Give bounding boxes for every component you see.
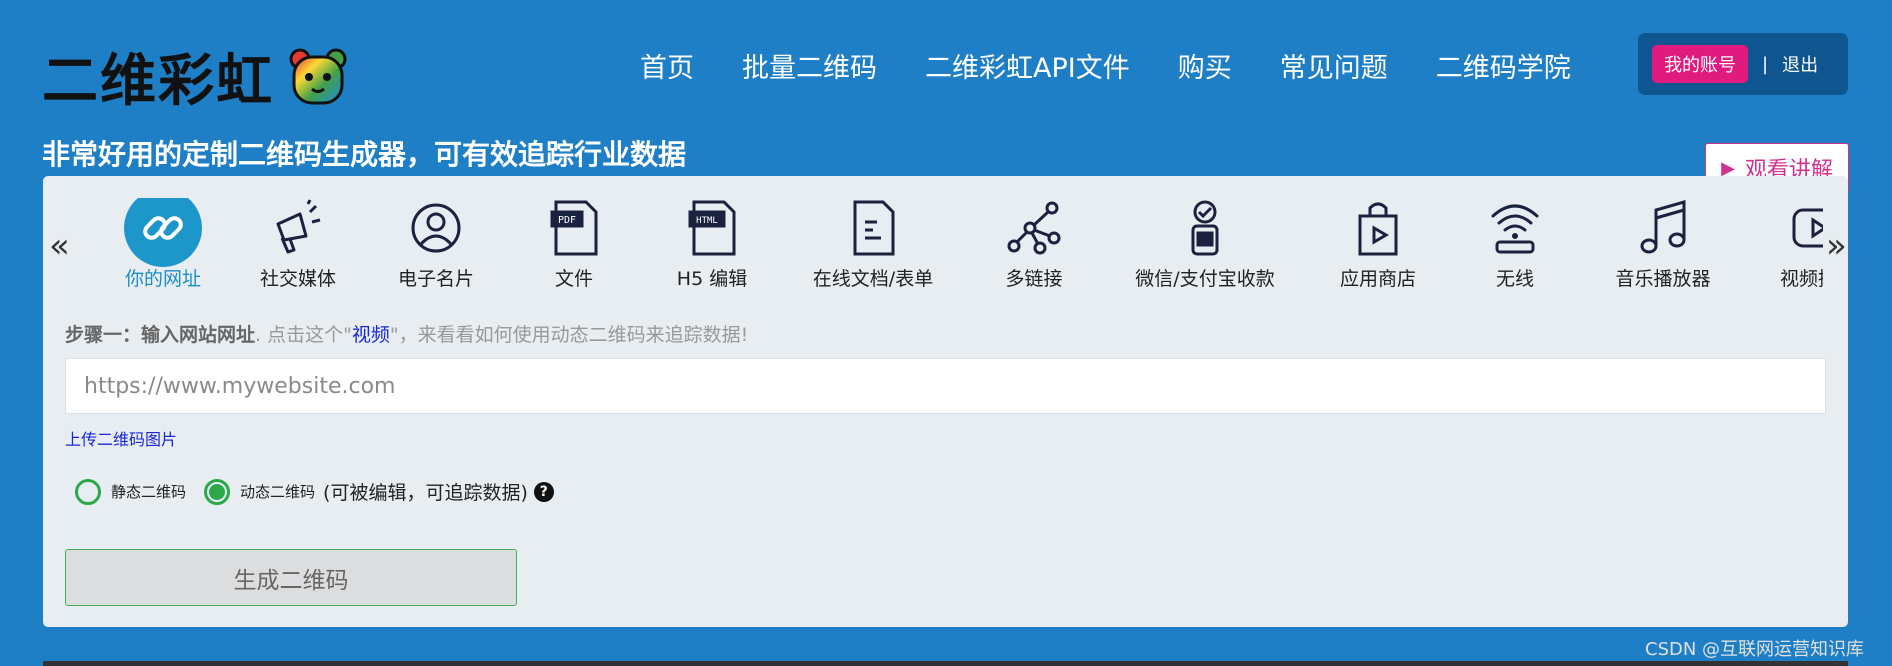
static-qr-label: 静态二维码 bbox=[111, 483, 187, 501]
divider bbox=[43, 661, 1848, 666]
html-icon: HTML bbox=[688, 200, 736, 256]
category-music[interactable]: 音乐播放器 bbox=[1588, 198, 1738, 288]
svg-text:HTML: HTML bbox=[696, 216, 718, 226]
nav-buy[interactable]: 购买 bbox=[1178, 46, 1232, 85]
static-qr-radio[interactable] bbox=[75, 478, 101, 505]
category-label: 应用商店 bbox=[1339, 268, 1416, 288]
payment-icon bbox=[1191, 200, 1219, 256]
dynamic-qr-note: (可被编辑，可追踪数据) bbox=[323, 482, 528, 504]
category-label: 视频播放 bbox=[1779, 268, 1823, 288]
nav-batch-qr[interactable]: 批量二维码 bbox=[742, 46, 877, 85]
category-label: 社交媒体 bbox=[259, 268, 336, 288]
step-title: 步骤一：输入网站网址 bbox=[65, 324, 256, 346]
user-icon bbox=[411, 203, 461, 253]
separator: | bbox=[1762, 53, 1769, 75]
category-carousel: 你的网址 社交媒体 电子名片 PDF 文件 HTML H5 编辑 在线文档/表单… bbox=[43, 198, 1823, 288]
url-input[interactable] bbox=[65, 358, 1826, 414]
category-label: 多链接 bbox=[1005, 268, 1063, 288]
category-vcard[interactable]: 电子名片 bbox=[361, 198, 511, 288]
category-social[interactable]: 社交媒体 bbox=[223, 198, 373, 288]
step-instruction: 步骤一：输入网站网址. 点击这个"视频"，来看看如何使用动态二维码来追踪数据! bbox=[65, 320, 748, 347]
category-multilink[interactable]: 多链接 bbox=[959, 198, 1109, 288]
wifi-icon bbox=[1491, 204, 1539, 254]
category-label: 电子名片 bbox=[397, 268, 474, 288]
bear-logo-icon bbox=[289, 48, 347, 104]
category-url[interactable]: 你的网址 bbox=[88, 198, 238, 288]
shopping-bag-icon bbox=[1358, 202, 1398, 256]
category-label: 你的网址 bbox=[124, 268, 201, 288]
dynamic-qr-radio[interactable] bbox=[204, 478, 231, 505]
tagline: 非常好用的定制二维码生成器，可有效追踪行业数据 bbox=[42, 138, 687, 171]
my-account-button[interactable]: 我的账号 bbox=[1652, 45, 1748, 83]
upload-qr-image-link[interactable]: 上传二维码图片 bbox=[65, 426, 177, 450]
multilink-icon bbox=[1007, 201, 1061, 255]
category-file[interactable]: PDF 文件 bbox=[499, 198, 649, 288]
category-label: 在线文档/表单 bbox=[812, 268, 934, 288]
nav-api-docs[interactable]: 二维彩虹API文件 bbox=[925, 46, 1130, 85]
link-icon bbox=[143, 216, 183, 240]
category-label: 音乐播放器 bbox=[1615, 268, 1711, 288]
music-icon bbox=[1640, 200, 1686, 254]
nav-academy[interactable]: 二维码学院 bbox=[1436, 46, 1571, 85]
megaphone-icon bbox=[276, 199, 321, 254]
nav-home[interactable]: 首页 bbox=[640, 46, 694, 85]
category-label: 微信/支付宝收款 bbox=[1135, 268, 1275, 288]
generator-panel: « » 你的网址 社交媒体 电子名片 PDF 文件 HTML H5 编辑 在线文… bbox=[43, 176, 1848, 627]
category-label: 无线 bbox=[1495, 268, 1534, 288]
carousel-next-icon[interactable]: » bbox=[1826, 226, 1847, 266]
category-h5[interactable]: HTML H5 编辑 bbox=[637, 198, 787, 288]
help-icon[interactable]: ? bbox=[533, 481, 554, 502]
category-wifi[interactable]: 无线 bbox=[1440, 198, 1590, 288]
category-label: 文件 bbox=[554, 268, 593, 288]
step-text: . 点击这个" bbox=[255, 324, 352, 346]
dynamic-qr-label: 动态二维码 bbox=[240, 483, 316, 501]
svg-text:PDF: PDF bbox=[558, 215, 576, 226]
document-icon bbox=[853, 200, 895, 256]
category-online-doc[interactable]: 在线文档/表单 bbox=[798, 198, 948, 288]
qr-type-radio-group: 静态二维码 动态二维码 (可被编辑，可追踪数据) ? bbox=[75, 478, 554, 505]
logo[interactable]: 二维彩虹 bbox=[42, 36, 348, 117]
main-nav: 首页 批量二维码 二维彩虹API文件 购买 常见问题 二维码学院 bbox=[640, 46, 1619, 85]
logo-text: 二维彩虹 bbox=[42, 49, 274, 114]
category-payment[interactable]: 微信/支付宝收款 bbox=[1130, 198, 1280, 288]
watermark: CSDN @互联网运营知识库 bbox=[1645, 639, 1865, 660]
video-icon bbox=[1792, 208, 1823, 248]
category-video[interactable]: 视频播放 bbox=[1743, 198, 1823, 288]
account-box: 我的账号 | 退出 bbox=[1638, 33, 1848, 95]
step-text-end: "，来看看如何使用动态二维码来追踪数据! bbox=[389, 324, 749, 346]
generate-qr-button[interactable]: 生成二维码 bbox=[65, 549, 517, 606]
video-link[interactable]: 视频 bbox=[352, 324, 390, 346]
pdf-icon: PDF bbox=[550, 200, 598, 256]
logout-link[interactable]: 退出 bbox=[1782, 51, 1818, 77]
category-app-store[interactable]: 应用商店 bbox=[1303, 198, 1453, 288]
nav-faq[interactable]: 常见问题 bbox=[1280, 46, 1388, 85]
category-label: H5 编辑 bbox=[676, 268, 748, 288]
